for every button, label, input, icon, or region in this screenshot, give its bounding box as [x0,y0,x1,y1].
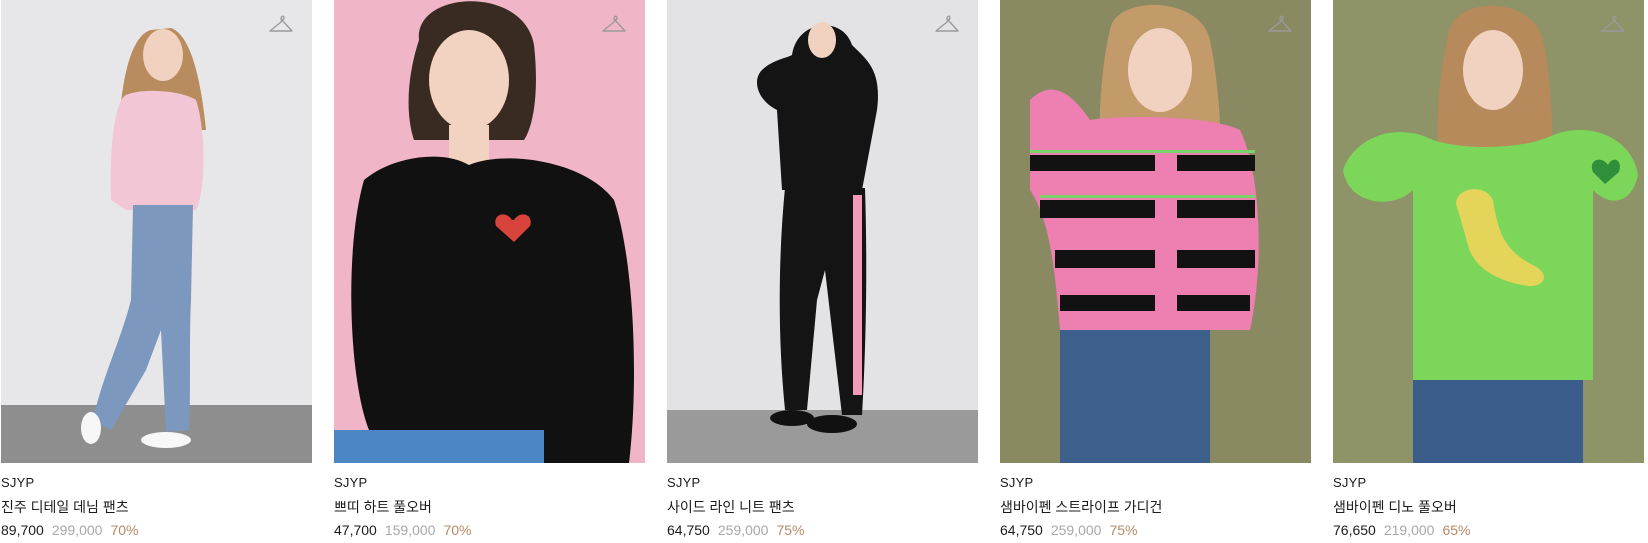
product-card[interactable]: SJYP 쁘띠 하트 풀오버 47,700 159,000 70% [334,0,645,539]
product-photo [667,0,978,463]
discount-rate: 75% [1109,522,1138,538]
product-name[interactable]: 진주 디테일 데님 팬츠 [1,498,312,516]
product-brand[interactable]: SJYP [667,475,978,491]
discount-rate: 75% [776,522,805,538]
product-image[interactable] [1,0,312,463]
product-name[interactable]: 쁘띠 하트 풀오버 [334,498,645,516]
product-name[interactable]: 사이드 라인 니트 팬츠 [667,498,978,516]
price-row: 76,650 219,000 65% [1333,521,1644,539]
product-card[interactable]: SJYP 샘바이펜 스트라이프 가디건 64,750 259,000 75% [1000,0,1311,539]
price-row: 89,700 299,000 70% [1,521,312,539]
product-image[interactable] [667,0,978,463]
product-name[interactable]: 샘바이펜 디노 풀오버 [1333,498,1644,516]
price-row: 64,750 259,000 75% [667,521,978,539]
product-card[interactable]: SJYP 샘바이펜 디노 풀오버 76,650 219,000 65% [1333,0,1644,539]
product-card[interactable]: SJYP 진주 디테일 데님 팬츠 89,700 299,000 70% [1,0,312,539]
hanger-icon[interactable] [601,12,627,36]
hanger-icon[interactable] [1600,12,1626,36]
hanger-icon[interactable] [268,12,294,36]
sale-price: 64,750 [1000,522,1043,538]
hanger-icon[interactable] [934,12,960,36]
product-photo [334,0,645,463]
product-photo [1333,0,1644,463]
price-row: 64,750 259,000 75% [1000,521,1311,539]
sale-price: 64,750 [667,522,710,538]
original-price: 259,000 [1050,522,1102,538]
product-name[interactable]: 샘바이펜 스트라이프 가디건 [1000,498,1311,516]
hanger-icon[interactable] [1267,12,1293,36]
discount-rate: 70% [110,522,139,538]
sale-price: 76,650 [1333,522,1376,538]
original-price: 299,000 [51,522,103,538]
original-price: 219,000 [1383,522,1435,538]
product-brand[interactable]: SJYP [1000,475,1311,491]
sale-price: 47,700 [334,522,377,538]
discount-rate: 65% [1442,522,1471,538]
product-brand[interactable]: SJYP [1333,475,1644,491]
product-brand[interactable]: SJYP [334,475,645,491]
original-price: 259,000 [717,522,769,538]
product-image[interactable] [334,0,645,463]
original-price: 159,000 [384,522,436,538]
price-row: 47,700 159,000 70% [334,521,645,539]
product-photo [1000,0,1311,463]
discount-rate: 70% [443,522,472,538]
product-card[interactable]: SJYP 사이드 라인 니트 팬츠 64,750 259,000 75% [667,0,978,539]
sale-price: 89,700 [1,522,44,538]
product-photo [1,0,312,463]
product-image[interactable] [1333,0,1644,463]
product-brand[interactable]: SJYP [1,475,312,491]
product-image[interactable] [1000,0,1311,463]
product-grid: SJYP 진주 디테일 데님 팬츠 89,700 299,000 70% SJY… [0,0,1648,539]
